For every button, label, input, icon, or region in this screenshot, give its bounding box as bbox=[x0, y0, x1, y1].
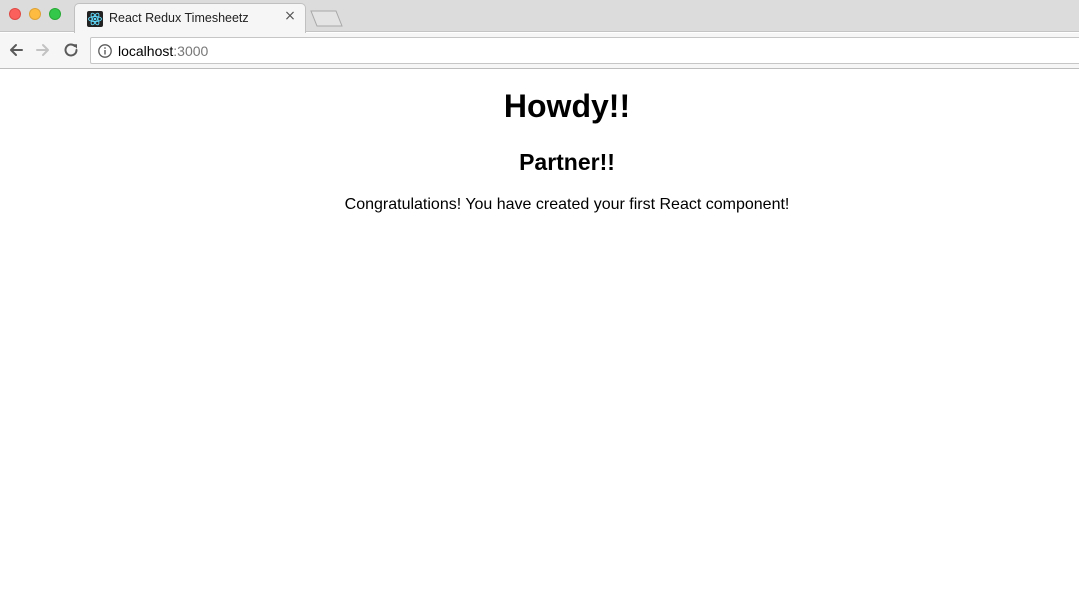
browser-toolbar: localhost:3000 bbox=[0, 33, 1079, 69]
info-icon[interactable] bbox=[97, 43, 113, 59]
page-message: Congratulations! You have created your f… bbox=[344, 196, 790, 213]
url-port: :3000 bbox=[173, 43, 209, 59]
tab-close-icon[interactable]: × bbox=[283, 8, 297, 24]
browser-tab[interactable]: React Redux Timesheetz × bbox=[74, 3, 306, 33]
url-text: localhost:3000 bbox=[118, 43, 208, 59]
page-heading: Howdy!! bbox=[503, 88, 631, 124]
minimize-window-button[interactable] bbox=[29, 8, 41, 20]
maximize-window-button[interactable] bbox=[49, 8, 61, 20]
page-subheading: Partner!! bbox=[519, 149, 615, 175]
arrow-left-icon[interactable] bbox=[7, 41, 25, 59]
page-content: Howdy!! Partner!! Congratulations! You h… bbox=[0, 70, 1079, 595]
browser-tab-strip: React Redux Timesheetz × bbox=[0, 0, 1079, 33]
url-host: localhost bbox=[118, 43, 174, 59]
tab-title: React Redux Timesheetz bbox=[109, 11, 249, 25]
react-icon bbox=[87, 11, 103, 27]
arrow-right-icon[interactable] bbox=[34, 41, 52, 59]
reload-icon[interactable] bbox=[62, 41, 80, 59]
close-window-button[interactable] bbox=[9, 8, 21, 20]
new-tab-button[interactable] bbox=[310, 10, 343, 27]
address-bar[interactable]: localhost:3000 bbox=[90, 37, 1079, 64]
